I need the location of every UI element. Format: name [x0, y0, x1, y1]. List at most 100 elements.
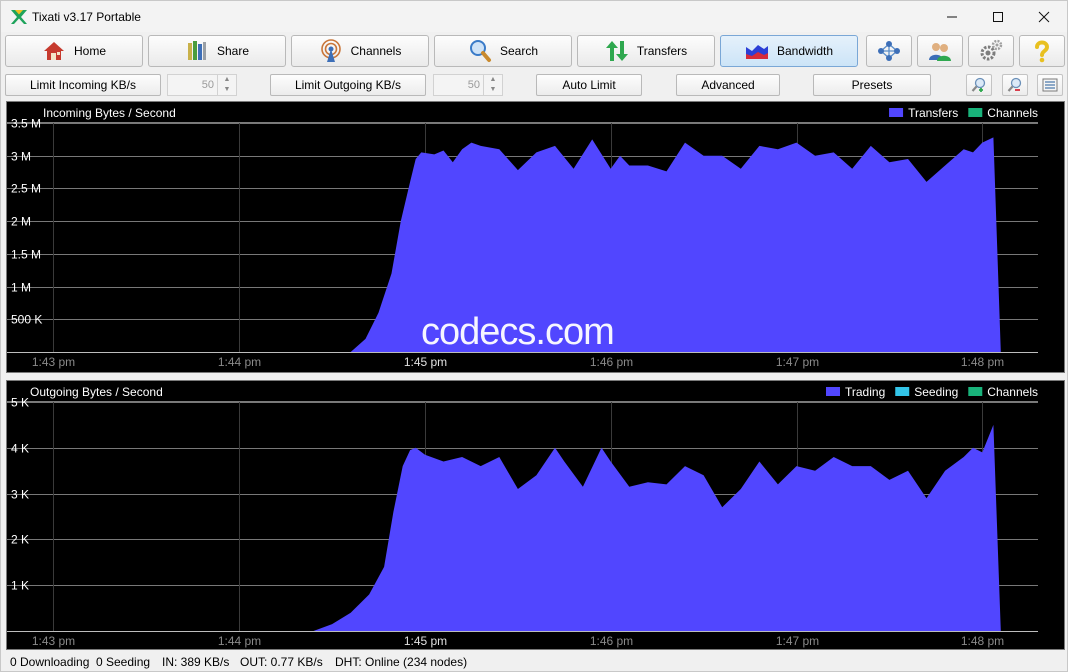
series-area-trading	[7, 424, 1038, 631]
presets-button[interactable]: Presets	[813, 74, 931, 96]
x-tick-label: 1:48 pm	[961, 355, 1004, 369]
graph-options-button[interactable]	[1037, 74, 1063, 96]
legend-label: Trading	[845, 385, 885, 399]
y-tick-label: 1 K	[11, 579, 29, 593]
legend-label: Channels	[987, 106, 1038, 120]
legend-swatch	[889, 108, 904, 117]
minimize-button[interactable]	[929, 1, 975, 32]
zoom-out-icon	[1007, 77, 1022, 92]
bandwidth-chart-icon	[745, 45, 768, 59]
x-tick-label: 1:45 pm	[404, 355, 447, 369]
channels-button[interactable]: Channels	[291, 35, 429, 67]
legend-label: Channels	[987, 385, 1038, 399]
outgoing-bandwidth-chart: 1 K 2 K 3 K 4 K 5 K 1:43 pm 1:44 pm 1:45 pm 1:46…	[7, 385, 1038, 648]
chevron-up-icon[interactable]: ▲	[484, 75, 502, 85]
y-tick-label: 3 K	[11, 488, 29, 502]
chart-title: Outgoing Bytes / Second	[30, 385, 163, 399]
x-tick-label: 1:48 pm	[961, 634, 1004, 648]
magnifier-icon	[469, 40, 491, 62]
x-tick-label: 1:44 pm	[218, 355, 261, 369]
outgoing-graph-panel: 1 K 2 K 3 K 4 K 5 K 1:43 pm 1:44 pm 1:45 pm 1:46…	[6, 380, 1065, 650]
window-title: Tixati v3.17 Portable	[32, 10, 141, 24]
advanced-button[interactable]: Advanced	[676, 74, 780, 96]
close-icon	[1038, 11, 1050, 22]
x-tick-label: 1:46 pm	[590, 634, 633, 648]
chevron-down-icon[interactable]: ▼	[218, 85, 236, 95]
dht-network-button[interactable]	[866, 35, 912, 67]
home-button[interactable]: Home	[5, 35, 143, 67]
share-button-label: Share	[216, 44, 250, 58]
x-tick-label: 1:43 pm	[32, 355, 75, 369]
legend-label: Seeding	[914, 385, 958, 399]
close-button[interactable]	[1021, 1, 1067, 32]
network-nodes-icon	[878, 41, 900, 61]
users-button[interactable]	[917, 35, 963, 67]
channels-button-label: Channels	[350, 44, 402, 58]
dht-status: DHT: Online (234 nodes)	[335, 655, 468, 669]
bandwidth-button-label: Bandwidth	[776, 44, 834, 58]
chart-title: Incoming Bytes / Second	[43, 106, 176, 120]
zoom-in-icon	[971, 77, 986, 92]
downloading-count: 0 Downloading	[10, 655, 90, 669]
legend-swatch	[895, 387, 910, 396]
y-tick-label: 500 K	[11, 313, 42, 327]
y-tick-label: 4 K	[11, 442, 29, 456]
maximize-button[interactable]	[975, 1, 1021, 32]
settings-button[interactable]	[968, 35, 1014, 67]
y-tick-label: 1 M	[11, 281, 31, 295]
y-tick-label: 3 M	[11, 150, 31, 164]
limit-incoming-button[interactable]: Limit Incoming KB/s	[5, 74, 161, 96]
search-button[interactable]: Search	[434, 35, 572, 67]
status-bar: 0 Downloading 0 Seeding IN: 389 KB/s OUT…	[1, 653, 1067, 671]
help-button[interactable]	[1019, 35, 1065, 67]
books-icon	[187, 41, 206, 60]
incoming-rate: IN: 389 KB/s	[162, 655, 230, 669]
legend-label: Transfers	[908, 106, 958, 120]
up-down-arrows-icon	[605, 41, 628, 61]
x-tick-label: 1:44 pm	[218, 634, 261, 648]
bandwidth-button[interactable]: Bandwidth	[720, 35, 858, 67]
seeding-count: 0 Seeding	[96, 655, 151, 669]
x-tick-label: 1:47 pm	[776, 355, 819, 369]
title-bar[interactable]: Tixati v3.17 Portable	[1, 1, 1067, 32]
watermark: codecs.com	[421, 311, 615, 353]
chevron-up-icon[interactable]: ▲	[218, 75, 236, 85]
search-button-label: Search	[499, 44, 539, 58]
gears-icon	[980, 39, 1003, 61]
limit-outgoing-button[interactable]: Limit Outgoing KB/s	[270, 74, 426, 96]
users-icon	[929, 43, 951, 61]
transfers-button[interactable]: Transfers	[577, 35, 715, 67]
zoom-in-button[interactable]	[966, 74, 992, 96]
minimize-icon	[947, 16, 957, 17]
y-tick-label: 3.5 M	[11, 117, 41, 131]
legend-swatch	[968, 108, 983, 117]
legend-swatch	[968, 387, 983, 396]
x-tick-label: 1:47 pm	[776, 634, 819, 648]
x-tick-label: 1:43 pm	[32, 634, 75, 648]
outgoing-rate: OUT: 0.77 KB/s	[240, 655, 323, 669]
zoom-out-button[interactable]	[1002, 74, 1028, 96]
chevron-down-icon[interactable]: ▼	[484, 85, 502, 95]
y-tick-label: 1.5 M	[11, 248, 41, 262]
incoming-limit-stepper[interactable]: 50 ▲ ▼	[167, 74, 237, 96]
antenna-icon	[320, 39, 341, 62]
house-icon	[43, 42, 64, 60]
home-button-label: Home	[73, 44, 106, 58]
transfers-button-label: Transfers	[636, 44, 688, 58]
outgoing-limit-value: 50	[467, 79, 480, 91]
y-tick-label: 2 M	[11, 215, 31, 229]
maximize-icon	[993, 11, 1003, 22]
y-tick-label: 5 K	[11, 396, 29, 410]
x-tick-label: 1:46 pm	[590, 355, 633, 369]
legend-swatch	[826, 387, 840, 396]
share-button[interactable]: Share	[148, 35, 286, 67]
app-window: Tixati v3.17 Portable Home Share Channel…	[0, 0, 1068, 672]
x-tick-label: 1:45 pm	[404, 634, 447, 648]
outgoing-limit-stepper[interactable]: 50 ▲ ▼	[433, 74, 503, 96]
auto-limit-button[interactable]: Auto Limit	[536, 74, 642, 96]
y-tick-label: 2.5 M	[11, 182, 41, 196]
y-tick-label: 2 K	[11, 533, 29, 547]
tixati-logo-icon	[11, 10, 27, 24]
incoming-limit-value: 50	[201, 79, 214, 91]
list-icon	[1042, 78, 1058, 92]
